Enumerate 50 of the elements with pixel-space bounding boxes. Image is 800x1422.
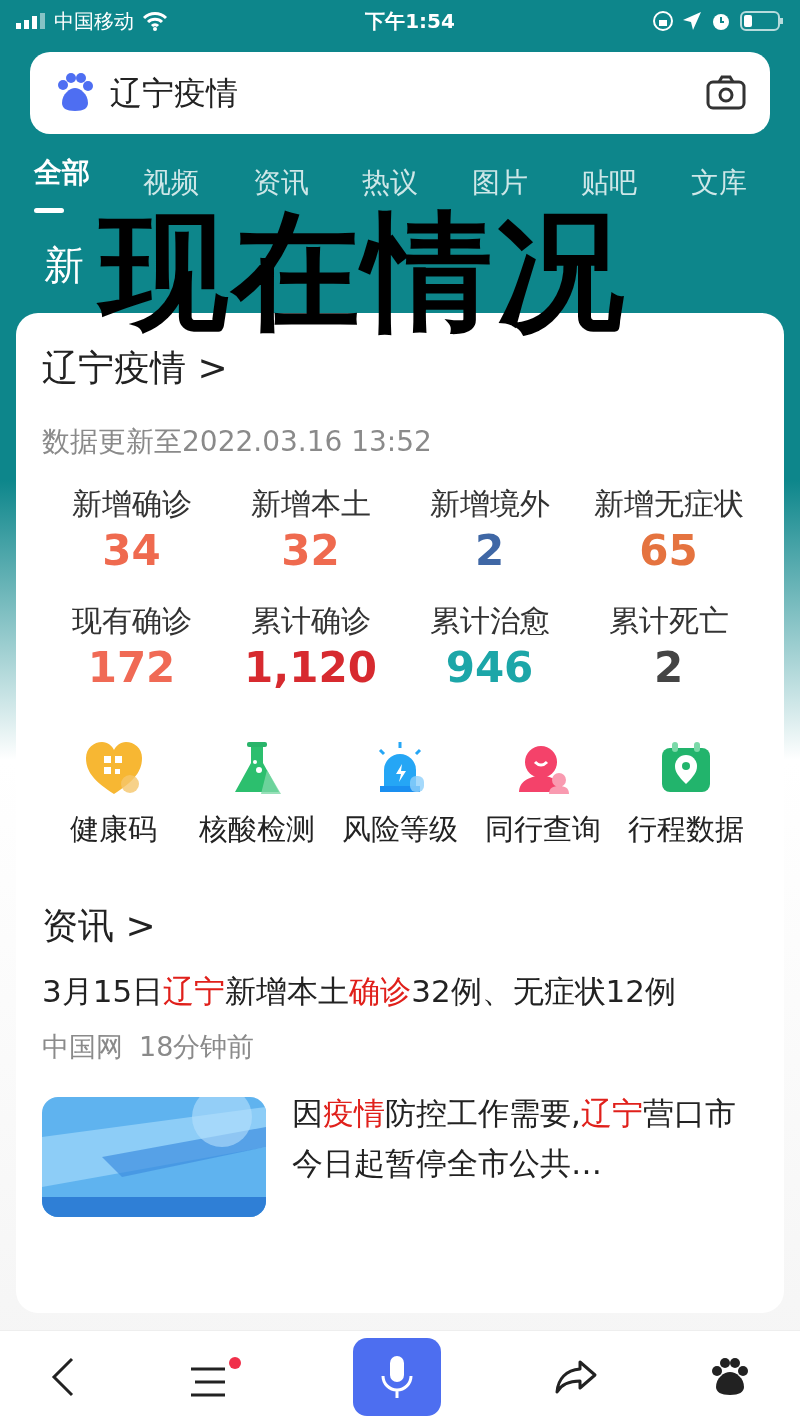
update-time: 数据更新至2022.03.16 13:52 bbox=[42, 424, 433, 460]
news-headline[interactable]: 3月15日辽宁新增本土确诊32例、无症状12例 bbox=[42, 967, 758, 1017]
banner-title: 新 bbox=[44, 241, 84, 290]
share-icon bbox=[553, 1358, 598, 1395]
stat-label: 累计确诊 bbox=[249, 602, 372, 641]
service-button[interactable]: 行程数据 bbox=[614, 739, 758, 852]
news-section-link[interactable]: 资讯 > bbox=[42, 899, 156, 954]
stat-value: 34 bbox=[101, 526, 162, 577]
service-button[interactable]: 健康码 bbox=[42, 739, 186, 852]
news-headline[interactable]: 因疫情防控工作需要,辽宁营口市今日起暂停全市公共… bbox=[292, 1089, 758, 1218]
card-title-link[interactable]: 辽宁疫情 > bbox=[42, 341, 228, 395]
stat-label: 累计治愈 bbox=[428, 602, 551, 641]
back-button[interactable] bbox=[50, 1356, 76, 1397]
stat-label: 累计死亡 bbox=[607, 602, 730, 641]
carrier-name: 中国移动 bbox=[54, 8, 134, 35]
tab-indicator bbox=[34, 208, 64, 213]
stat-value: 2 bbox=[473, 526, 506, 577]
heart-icon bbox=[83, 739, 144, 796]
stat-label: 新增境外 bbox=[428, 485, 551, 523]
clock-time: 下午1:54 bbox=[365, 8, 455, 35]
stat-value: 65 bbox=[638, 526, 699, 577]
stat-value: 1,120 bbox=[243, 643, 378, 694]
microphone-icon bbox=[379, 1353, 415, 1400]
signal-icon bbox=[16, 13, 46, 29]
search-field[interactable]: 辽宁疫情 bbox=[30, 52, 770, 134]
lock-rotation-icon bbox=[652, 10, 674, 32]
news-source: 中国网 bbox=[42, 1029, 123, 1064]
news-time: 18分钟前 bbox=[139, 1029, 255, 1064]
service-button[interactable]: 风险等级 bbox=[328, 739, 472, 852]
paw-icon bbox=[710, 1356, 750, 1397]
stat-value: 946 bbox=[444, 643, 535, 694]
location-arrow-icon bbox=[682, 11, 702, 31]
wifi-icon bbox=[142, 11, 168, 31]
stat-value: 32 bbox=[280, 526, 341, 577]
voice-search-button[interactable] bbox=[353, 1337, 441, 1416]
stat-label: 现有确诊 bbox=[70, 602, 193, 641]
search-text: 辽宁疫情 bbox=[110, 73, 239, 114]
camera-icon[interactable] bbox=[706, 75, 746, 111]
battery-icon bbox=[740, 10, 784, 32]
service-button[interactable]: 核酸检测 bbox=[185, 739, 329, 852]
back-icon bbox=[50, 1356, 76, 1397]
service-button[interactable]: 同行查询 bbox=[471, 739, 615, 852]
paw-home-button[interactable] bbox=[710, 1356, 750, 1397]
stat-label: 新增本土 bbox=[249, 485, 372, 523]
stat-label: 新增无症状 bbox=[592, 485, 745, 523]
stat-label: 新增确诊 bbox=[70, 485, 193, 523]
stat-value: 2 bbox=[652, 643, 685, 694]
stat-value: 172 bbox=[86, 643, 177, 694]
search-tab[interactable]: 全部 bbox=[34, 152, 144, 213]
share-button[interactable] bbox=[553, 1358, 598, 1395]
